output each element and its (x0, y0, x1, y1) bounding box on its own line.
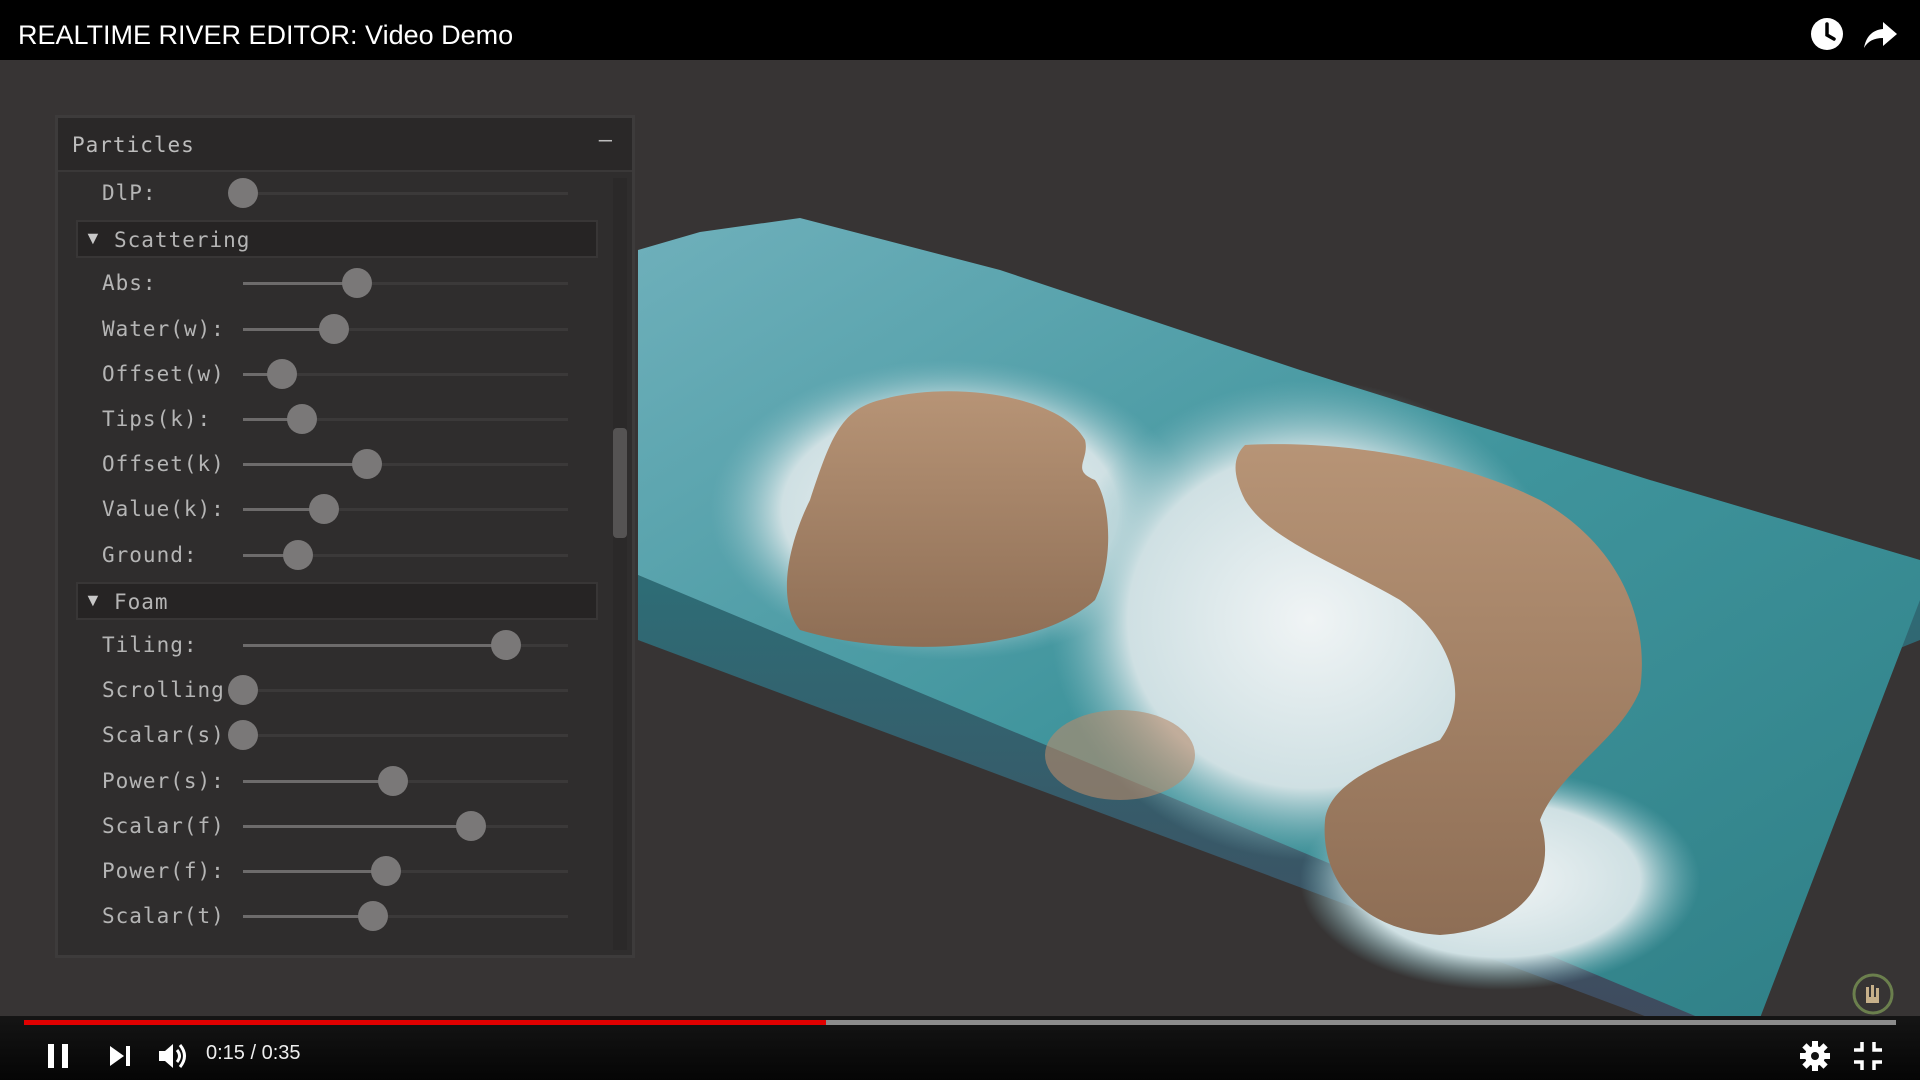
slider-label: Value(k): (102, 497, 225, 522)
share-arrow-icon[interactable] (1861, 14, 1901, 54)
slider-knob[interactable] (377, 765, 408, 796)
slider-label: Scalar(s) (102, 723, 225, 748)
slider-track[interactable] (228, 178, 568, 208)
slider-label: Tiling: (102, 633, 198, 657)
slider-fill (243, 463, 367, 467)
slider-label: Power(f): (102, 859, 225, 883)
slider-label: Offset(w) (102, 361, 225, 386)
progress-played (24, 1020, 827, 1025)
slider-label: DlP: (102, 181, 157, 205)
slider-track[interactable] (243, 404, 568, 434)
slider-knob[interactable] (228, 720, 258, 751)
slider-label: Scalar(f) (102, 813, 225, 838)
slider-row: Power(f): (58, 851, 618, 891)
slider-label: Water(w): (102, 316, 225, 341)
slider-track[interactable] (243, 539, 568, 570)
slider-label: Tips(k): (102, 407, 212, 431)
submerged-sand (1045, 710, 1195, 800)
slider-row: Scalar(s) (58, 715, 618, 755)
volume-icon[interactable] (155, 1038, 191, 1074)
slider-fill (243, 824, 471, 828)
slider-knob[interactable] (351, 449, 382, 480)
progress-bar[interactable] (24, 1020, 1896, 1025)
section-label: Foam (114, 589, 169, 614)
clock-icon[interactable] (1807, 14, 1847, 54)
slider-track[interactable] (243, 494, 568, 525)
slider-knob[interactable] (309, 494, 340, 525)
slider-knob[interactable] (286, 404, 317, 434)
slider-row: Ground: (58, 535, 618, 575)
slider-label: Ground: (102, 542, 198, 567)
slider-track[interactable] (243, 765, 568, 796)
slider-row: Offset(w) (58, 354, 618, 394)
exit-fullscreen-icon[interactable] (1850, 1038, 1886, 1074)
slider-track[interactable] (228, 675, 568, 706)
slider-knob[interactable] (228, 178, 258, 208)
slider-row: Offset(k) (58, 444, 618, 484)
slider-track[interactable] (243, 268, 568, 299)
slider-row: DlP: (58, 173, 618, 213)
slider-knob[interactable] (341, 268, 372, 299)
title-bar: REALTIME RIVER EDITOR: Video Demo (0, 0, 1920, 60)
next-icon[interactable] (102, 1038, 138, 1074)
slider-knob[interactable] (283, 539, 314, 570)
section-header-foam[interactable]: ▼ Foam (76, 581, 598, 620)
slider-track[interactable] (243, 313, 568, 344)
panel-body: DlP: ▼ Scattering Abs: Water(w): Offset(w) Tip… (58, 173, 618, 955)
slider-label: Abs: (102, 271, 157, 296)
panel-title: Particles (72, 133, 195, 157)
slider-track[interactable] (243, 856, 568, 886)
slider-fill (243, 779, 393, 783)
slider-label: Power(s): (102, 768, 225, 793)
scrollbar-thumb[interactable] (613, 428, 627, 538)
slider-row: Scalar(f) (58, 806, 618, 846)
slider-row: Tiling: (58, 625, 618, 665)
time-current: 0:15 (206, 1042, 245, 1064)
slider-knob[interactable] (491, 630, 522, 660)
expand-triangle-icon: ▼ (84, 589, 102, 610)
slider-label: Scalar(t) (102, 904, 225, 929)
slider-fill (243, 282, 357, 286)
slider-track[interactable] (228, 720, 568, 751)
time-separator: / (244, 1042, 262, 1064)
slider-fill (243, 915, 373, 919)
slider-knob[interactable] (371, 856, 401, 886)
slider-knob[interactable] (358, 901, 388, 932)
slider-track[interactable] (243, 630, 568, 660)
slider-track[interactable] (243, 901, 568, 932)
slider-knob[interactable] (455, 810, 486, 841)
slider-track[interactable] (243, 449, 568, 480)
time-display: 0:15 / 0:35 (206, 1042, 301, 1065)
settings-gear-icon[interactable] (1797, 1038, 1833, 1074)
slider-row: Water(w): (58, 309, 618, 349)
slider-knob[interactable] (319, 313, 349, 344)
slider-row: Value(k): (58, 489, 618, 529)
slider-row: Scalar(t) (58, 896, 618, 936)
slider-fill (243, 644, 507, 647)
slider-label: Scrolling (102, 678, 225, 703)
slider-row: Scrolling (58, 670, 618, 710)
pause-icon[interactable] (40, 1038, 76, 1074)
slider-knob[interactable] (228, 675, 258, 706)
channel-logo[interactable] (1852, 973, 1894, 1015)
section-header-scattering[interactable]: ▼ Scattering (76, 220, 598, 259)
slider-knob[interactable] (267, 358, 297, 389)
slider-row: Tips(k): (58, 399, 618, 439)
collapse-icon[interactable]: – (599, 128, 612, 153)
slider-label: Offset(k) (102, 452, 225, 477)
time-duration: 0:35 (261, 1042, 301, 1064)
panel-header[interactable]: Particles – (58, 118, 632, 172)
panel-scrollbar[interactable] (613, 178, 627, 950)
slider-row: Power(s): (58, 761, 618, 801)
slider-row: Abs: (58, 263, 618, 303)
particles-panel: Particles – DlP: ▼ Scattering Abs: Water(w):… (55, 115, 635, 958)
slider-track[interactable] (243, 810, 568, 841)
slider-track[interactable] (243, 358, 568, 389)
section-label: Scattering (114, 228, 251, 253)
slider-fill (243, 870, 386, 873)
expand-triangle-icon: ▼ (84, 228, 102, 249)
